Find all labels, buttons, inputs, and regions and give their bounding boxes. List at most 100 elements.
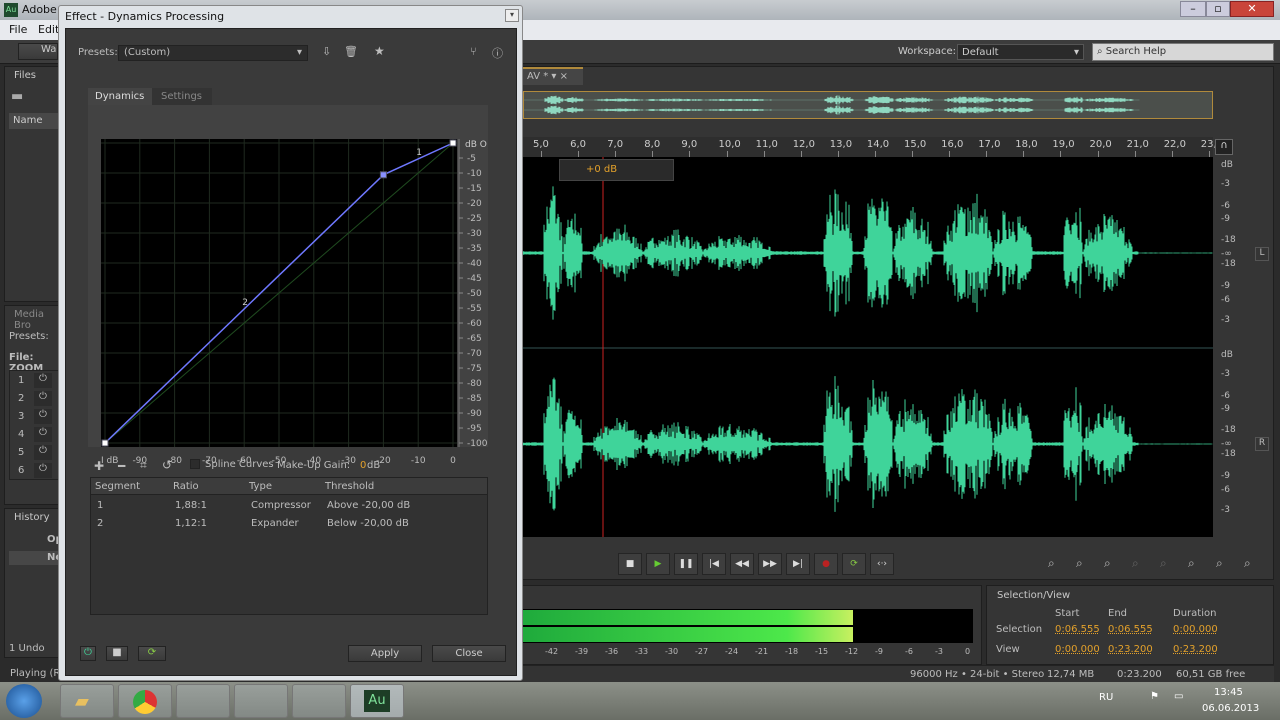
maximize-button[interactable]: ▫ [1206,1,1230,17]
dynamics-graph[interactable]: 1 2 dB O -5 -10 -15 -20 -25 -30 -35 -40 -45 -50 -55 -6… [88,105,488,470]
clock-time[interactable]: 13:45 [1214,687,1243,698]
invert-icon[interactable]: ⌗ [140,458,147,473]
remove-point-icon[interactable]: ━ [118,459,125,473]
snap-magnet-icon[interactable]: ∩ [1215,139,1233,155]
editor-tab[interactable]: AV * ▾ × [523,67,583,85]
time-ruler[interactable]: 5,0 6,0 7,0 8,0 9,0 10,0 11,0 12,0 13,0 14,0 15,0 1… [523,137,1233,157]
record-button[interactable]: ● [814,553,838,575]
fast-forward-button[interactable]: ▶▶ [758,553,782,575]
rack-slot-number: 2 [18,393,25,404]
channel-label[interactable]: R [1255,437,1269,451]
spline-curves-checkbox[interactable] [190,459,200,469]
menu-file[interactable]: File [9,23,27,36]
routing-icon[interactable]: ⑂ [470,45,477,58]
zoom-full-icon[interactable]: ⌕ [1160,556,1167,571]
start-button[interactable] [6,684,42,718]
close-button[interactable]: Close [432,645,506,662]
curve-control-point[interactable] [449,139,457,147]
waveform-display[interactable] [522,157,1213,537]
menu-edit[interactable]: Edit [38,23,59,36]
gain-value[interactable]: +0 dB [586,164,617,175]
workspace-select[interactable]: Default ▾ [957,44,1084,60]
history-tab[interactable]: History [14,512,50,523]
media-browser-tab[interactable]: Media Bro [14,309,59,331]
taskbar-app[interactable] [234,684,288,718]
column-header[interactable]: Segment [95,481,140,492]
power-icon[interactable]: ⏻ [34,373,52,388]
taskbar-audition[interactable]: Au [350,684,404,718]
power-icon[interactable]: ⏻ [34,427,52,442]
zoom-right-icon[interactable]: ⌕ [1244,556,1251,571]
hud-gain[interactable]: +0 dB [559,159,674,181]
zoom-out-time-icon[interactable]: ⌕ [1132,556,1139,571]
files-tab[interactable]: Files [14,70,36,81]
waveform-view-button[interactable]: Wa [18,43,58,60]
taskbar-chrome[interactable] [118,684,172,718]
start-value[interactable]: 0:00.000 [1055,644,1100,655]
pause-button[interactable]: ❚❚ [674,553,698,575]
table-cell: 1,12:1 [175,518,207,529]
clock-date[interactable]: 06.06.2013 [1202,703,1259,714]
tab-dynamics[interactable]: Dynamics [88,88,152,105]
language-indicator[interactable]: RU [1099,692,1113,703]
loop-playback-button[interactable]: ⟳ [842,553,866,575]
zoom-left-icon[interactable]: ⌕ [1216,556,1223,571]
end-value[interactable]: 0:23.200 [1108,644,1153,655]
y-tick-label: -40 [467,259,482,269]
delete-preset-icon[interactable]: 🗑 [344,45,358,58]
zoom-in-time-icon[interactable]: ⌕ [1104,556,1111,571]
start-value[interactable]: 0:06.555 [1055,624,1100,635]
column-header[interactable]: Type [249,481,272,492]
column-header[interactable]: Threshold [325,481,374,492]
zoom-out-amplitude-icon[interactable]: ⌕ [1076,556,1083,571]
go-to-end-button[interactable]: ▶| [786,553,810,575]
power-toggle-icon[interactable]: ⏻ [80,646,96,661]
minimize-button[interactable]: – [1180,1,1206,17]
presets-select[interactable]: (Custom) ▾ [118,45,308,61]
end-value[interactable]: 0:06.555 [1108,624,1153,635]
power-icon[interactable]: ⏻ [34,409,52,424]
makeup-gain-value[interactable]: 0 [360,460,366,471]
duration-value[interactable]: 0:00.000 [1173,624,1218,635]
channel-label[interactable]: L [1255,247,1269,261]
favorite-star-icon[interactable]: ★ [374,44,385,58]
open-folder-icon[interactable]: ▬ [11,89,23,104]
dialog-menu-button[interactable]: ▾ [505,9,519,22]
tab-settings[interactable]: Settings [152,88,212,105]
info-icon[interactable]: ⓘ [492,45,503,61]
skip-selection-button[interactable]: ‹·› [870,553,894,575]
power-icon[interactable]: ⏻ [34,445,52,460]
add-point-icon[interactable]: ✚ [94,459,104,473]
curve-control-point[interactable] [379,171,387,179]
apply-button[interactable]: Apply [348,645,422,662]
undo-count: 1 Undo [9,643,45,654]
close-window-button[interactable]: ✕ [1230,1,1274,17]
play-button[interactable]: ▶ [646,553,670,575]
go-to-start-button[interactable]: |◀ [702,553,726,575]
taskbar-app[interactable] [292,684,346,718]
duration-value[interactable]: 0:23.200 [1173,644,1218,655]
selection-view-tab[interactable]: Selection/View [997,590,1070,601]
zoom-in-amplitude-icon[interactable]: ⌕ [1048,556,1055,571]
power-icon[interactable]: ⏻ [34,463,52,478]
stop-preview-button[interactable]: ■ [106,646,128,661]
taskbar-explorer[interactable]: ▰ [60,684,114,718]
overview-navigator[interactable] [523,91,1214,119]
power-icon[interactable]: ⏻ [34,391,52,406]
loop-button[interactable]: ⟳ [138,646,166,661]
zoom-selection-icon[interactable]: ⌕ [1188,556,1195,571]
flag-icon[interactable]: ⚑ [1150,691,1159,702]
search-help-input[interactable]: ⌕ Search Help [1092,43,1274,61]
name-column-header[interactable]: Name [9,113,61,129]
ruler-tick-label: 21,0 [1126,139,1149,150]
column-header[interactable]: Ratio [173,481,199,492]
table-cell[interactable]: 2 [97,518,103,529]
table-cell[interactable]: 1 [97,500,103,511]
network-icon[interactable]: ▭ [1174,691,1183,702]
save-preset-icon[interactable]: ⇩ [322,45,331,58]
stop-button[interactable]: ■ [618,553,642,575]
reset-icon[interactable]: ↺ [162,458,172,472]
rewind-button[interactable]: ◀◀ [730,553,754,575]
curve-control-point[interactable] [101,439,109,447]
taskbar-app[interactable] [176,684,230,718]
